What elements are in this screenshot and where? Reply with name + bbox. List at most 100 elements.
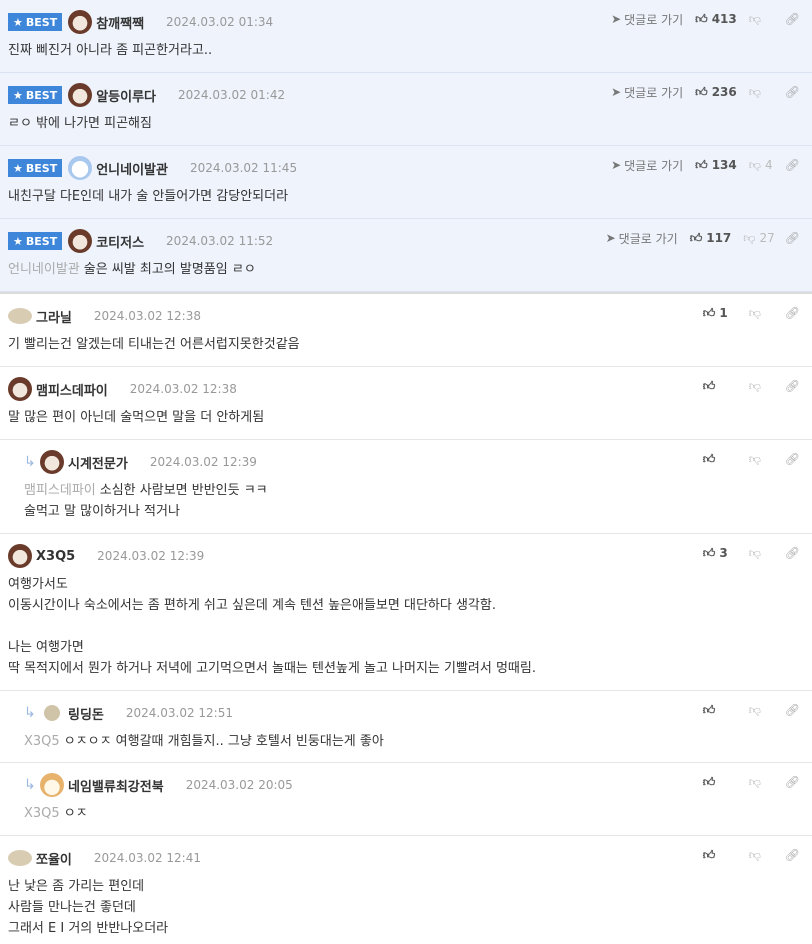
thumbs-down-icon: 👎︎: [748, 11, 761, 26]
comment-text: 내친구달 다E인데 내가 술 안들어가면 감당안되더라: [8, 189, 289, 204]
comment-text: 기 빨리는건 알겠는데 티내는건 어른서럽지못한것같음: [8, 337, 300, 352]
nickname[interactable]: 코티저스: [96, 232, 144, 251]
avatar[interactable]: [8, 308, 32, 324]
dislike-button[interactable]: 👎︎: [749, 848, 775, 863]
dislike-button[interactable]: 👎︎: [749, 306, 775, 321]
link-icon[interactable]: 🔗︎: [785, 848, 800, 862]
mention[interactable]: 언니네이발관: [8, 262, 80, 277]
link-icon[interactable]: 🔗︎: [785, 452, 800, 466]
link-icon[interactable]: 🔗︎: [785, 775, 800, 789]
mention[interactable]: X3Q5: [24, 806, 60, 821]
thumbs-up-icon: 👍︎: [695, 157, 708, 172]
like-button[interactable]: 👍︎ 236: [695, 85, 737, 100]
avatar[interactable]: [8, 544, 32, 568]
send-arrow-icon: ➤: [611, 158, 622, 172]
reply-arrow-icon: ↳: [24, 777, 36, 793]
thumbs-down-icon: 👎︎: [748, 545, 761, 560]
like-button[interactable]: 👍︎: [703, 379, 737, 394]
avatar[interactable]: [40, 450, 64, 474]
dislike-button[interactable]: 👎︎: [749, 379, 775, 394]
best-badge: ★ BEST: [8, 159, 63, 177]
comment-text: 난 낯은 좀 가리는 편인데 사람들 만나는건 좋던데 그래서 E I 거의 반…: [8, 879, 169, 936]
nickname[interactable]: 그라닐: [36, 307, 72, 326]
like-button[interactable]: 👍︎ 3: [703, 546, 737, 561]
best-comment: ★ BEST 언니네이발관 2024.03.02 11:45 ➤ 댓글로 가기 👍︎…: [0, 146, 812, 219]
mention[interactable]: 맴피스데파이: [24, 483, 96, 498]
dislike-button[interactable]: 👎︎: [749, 452, 775, 467]
nickname[interactable]: X3Q5: [36, 549, 75, 564]
dislike-button[interactable]: 👎︎ 4: [749, 158, 775, 173]
goto-reply-link[interactable]: ➤ 댓글로 가기: [611, 84, 683, 101]
nickname[interactable]: 언니네이발관: [96, 159, 168, 178]
comment-date: 2024.03.02 11:52: [166, 234, 274, 248]
star-icon: ★: [13, 88, 23, 102]
thumbs-down-icon: 👎︎: [748, 451, 761, 466]
comment-text: 여행가서도 이동시간이나 숙소에서는 좀 편하게 쉬고 싶은데 계속 텐션 높은…: [8, 577, 536, 676]
thumbs-down-icon: 👎︎: [748, 84, 761, 99]
comment-date: 2024.03.02 12:39: [149, 455, 257, 469]
link-icon[interactable]: 🔗︎: [785, 231, 800, 245]
like-button[interactable]: 👍︎: [703, 775, 737, 790]
best-comment: ★ BEST 참깨짹짹 2024.03.02 01:34 ➤ 댓글로 가기 👍︎ 41…: [0, 0, 812, 73]
comment-text: 언니네이발관 술은 씨발 최고의 발명품임 ㄹㅇ: [8, 262, 256, 277]
link-icon[interactable]: 🔗︎: [785, 12, 800, 26]
like-button[interactable]: 👍︎ 134: [695, 158, 737, 173]
like-button[interactable]: 👍︎: [703, 452, 737, 467]
thumbs-up-icon: 👍︎: [702, 545, 716, 560]
nickname[interactable]: 시계전문가: [68, 453, 128, 472]
nickname[interactable]: 참깨짹짹: [96, 13, 144, 32]
mention[interactable]: X3Q5: [24, 734, 60, 749]
dislike-button[interactable]: 👎︎: [749, 85, 775, 100]
dislike-button[interactable]: 👎︎: [749, 546, 775, 561]
best-badge: ★ BEST: [8, 232, 63, 250]
reply-arrow-icon: ↳: [24, 454, 36, 470]
goto-reply-link[interactable]: ➤ 댓글로 가기: [606, 230, 678, 247]
best-badge: ★ BEST: [8, 13, 63, 31]
best-comment: ★ BEST 알등이루다 2024.03.02 01:42 ➤ 댓글로 가기 👍︎ 2…: [0, 73, 812, 146]
reply-comment: ↳ 링딩돈 2024.03.02 12:51 👍︎ 👎︎ 🔗︎ X3Q5 ㅇㅈㅇㅈ…: [0, 691, 812, 763]
best-badge: ★ BEST: [8, 86, 63, 104]
comment-date: 2024.03.02 12:51: [125, 706, 233, 720]
link-icon[interactable]: 🔗︎: [785, 379, 800, 393]
thumbs-up-icon: 👍︎: [695, 11, 708, 26]
comment: 쪼율이 2024.03.02 12:41 👍︎ 👎︎ 🔗︎ 난 낯은 좀 가리는…: [0, 836, 812, 944]
avatar[interactable]: [44, 705, 60, 721]
nickname[interactable]: 링딩돈: [68, 704, 104, 723]
send-arrow-icon: ➤: [605, 231, 616, 245]
nickname[interactable]: 쪼율이: [36, 849, 72, 868]
thumbs-down-icon: 👎︎: [748, 378, 761, 393]
link-icon[interactable]: 🔗︎: [785, 85, 800, 99]
thumbs-up-icon: 👍︎: [702, 847, 716, 862]
star-icon: ★: [13, 15, 23, 29]
link-icon[interactable]: 🔗︎: [785, 306, 800, 320]
send-arrow-icon: ➤: [611, 85, 622, 99]
nickname[interactable]: 알등이루다: [96, 86, 156, 105]
reply-comment: ↳ 네임밸류최강전북 2024.03.02 20:05 👍︎ 👎︎ 🔗︎ X3Q…: [0, 763, 812, 836]
nickname[interactable]: 맴피스데파이: [36, 380, 108, 399]
avatar[interactable]: [68, 10, 93, 34]
link-icon[interactable]: 🔗︎: [785, 546, 800, 560]
avatar[interactable]: [40, 773, 64, 797]
goto-reply-link[interactable]: ➤ 댓글로 가기: [611, 157, 683, 174]
like-button[interactable]: 👍︎ 413: [695, 12, 737, 27]
like-button[interactable]: 👍︎ 1: [703, 306, 737, 321]
dislike-button[interactable]: 👎︎: [749, 703, 775, 718]
like-button[interactable]: 👍︎ 117: [690, 231, 732, 246]
comment-text: 진짜 삐진거 아니라 좀 피곤한거라고..: [8, 43, 213, 58]
nickname[interactable]: 네임밸류최강전북: [68, 776, 164, 795]
dislike-button[interactable]: 👎︎: [749, 775, 775, 790]
thumbs-up-icon: 👍︎: [702, 702, 716, 717]
avatar[interactable]: [8, 850, 32, 866]
link-icon[interactable]: 🔗︎: [785, 158, 800, 172]
avatar[interactable]: [68, 83, 93, 107]
dislike-button[interactable]: 👎︎: [749, 12, 775, 27]
avatar[interactable]: [68, 156, 93, 180]
link-icon[interactable]: 🔗︎: [785, 703, 800, 717]
avatar[interactable]: [68, 229, 93, 253]
send-arrow-icon: ➤: [611, 12, 622, 26]
dislike-button[interactable]: 👎︎ 27: [743, 231, 774, 246]
avatar[interactable]: [8, 377, 32, 401]
goto-reply-link[interactable]: ➤ 댓글로 가기: [611, 11, 683, 28]
like-button[interactable]: 👍︎: [703, 703, 737, 718]
like-button[interactable]: 👍︎: [703, 848, 737, 863]
